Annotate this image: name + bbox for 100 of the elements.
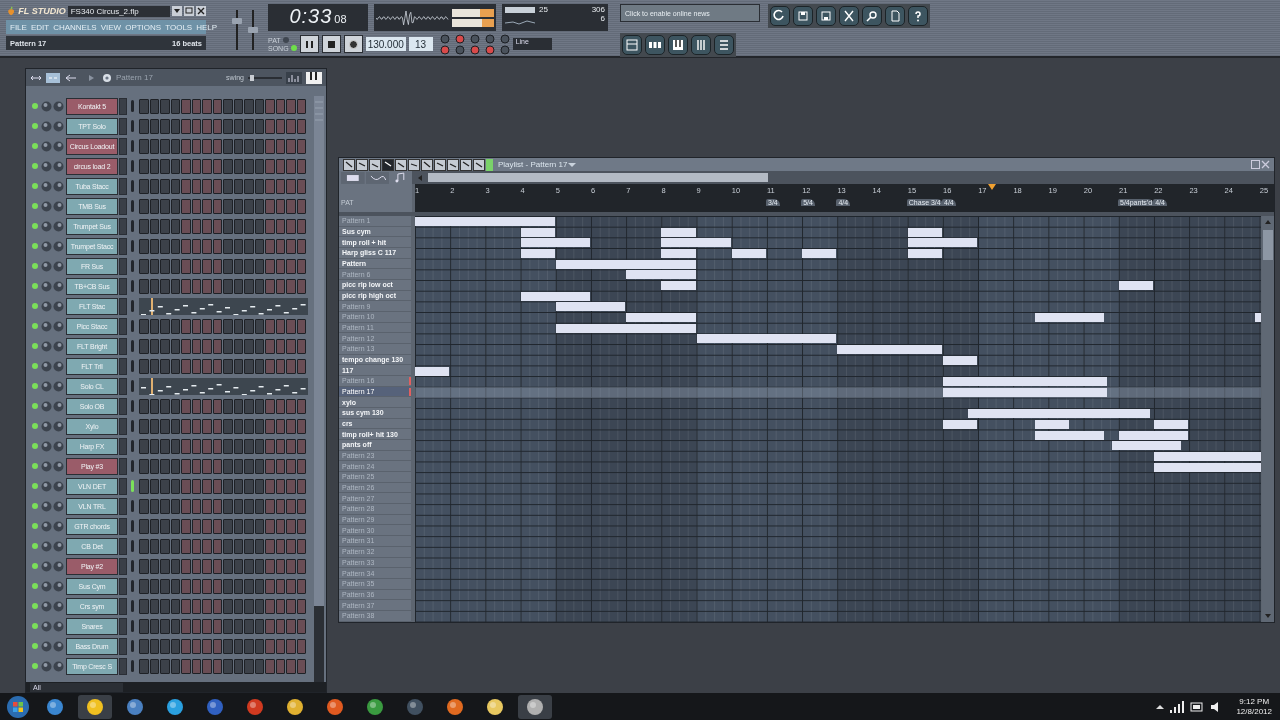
signal-icon[interactable] [1170,700,1185,713]
select-indicator[interactable] [131,180,134,192]
pattern-clip[interactable] [1119,430,1189,440]
volume-knob[interactable] [53,640,64,652]
select-indicator[interactable] [131,300,134,312]
keyboard-icon[interactable] [306,71,322,84]
toggle-led-icon[interactable] [439,33,450,44]
pattern-clip[interactable] [1154,451,1261,461]
volume-knob[interactable] [53,140,64,152]
volume-knob[interactable] [53,380,64,392]
select-indicator[interactable] [131,540,134,552]
cut-button[interactable] [839,6,859,26]
select-indicator[interactable] [131,560,134,572]
volume-knob[interactable] [53,200,64,212]
volume-knob[interactable] [53,300,64,312]
taskbar-app-button[interactable] [518,694,552,719]
pattern-clip[interactable] [1034,419,1069,429]
pattern-clip[interactable] [907,227,942,237]
select-indicator[interactable] [131,580,134,592]
piano-roll-preview[interactable] [139,297,308,315]
pattern-clip[interactable] [907,249,942,259]
pan-knob[interactable] [41,460,52,472]
volume-knob[interactable] [53,660,64,672]
select-indicator[interactable] [131,160,134,172]
pause-button[interactable] [299,35,319,53]
step-grid-button[interactable] [645,35,665,55]
select-indicator[interactable] [131,340,134,352]
pattern-clip[interactable] [1111,441,1182,451]
pan-knob[interactable] [41,380,52,392]
select-indicator[interactable] [131,440,134,452]
pattern-clip[interactable] [837,345,942,355]
pan-knob[interactable] [41,480,52,492]
volume-knob[interactable] [53,560,64,572]
piano-button[interactable] [668,35,688,55]
pattern-clip[interactable] [943,419,978,429]
menu-item[interactable]: EDIT [30,22,50,32]
pattern-clip[interactable] [1254,313,1261,323]
select-indicator[interactable] [131,260,134,272]
select-indicator[interactable] [131,520,134,532]
channel-led[interactable] [32,383,38,389]
caret-icon[interactable] [568,161,577,168]
volume-knob[interactable] [53,180,64,192]
select-indicator[interactable] [131,500,134,512]
pan-knob[interactable] [41,180,52,192]
volume-knob[interactable] [53,280,64,292]
pattern-clip[interactable] [626,313,696,323]
menu-item[interactable]: VIEW [100,22,122,32]
channel-led[interactable] [32,183,38,189]
channel-led[interactable] [32,163,38,169]
channel-led[interactable] [32,423,38,429]
pan-knob[interactable] [41,200,52,212]
volume-knob[interactable] [53,480,64,492]
select-indicator[interactable] [131,360,134,372]
channel-led[interactable] [32,323,38,329]
toggle-led-icon[interactable] [454,44,465,55]
taskbar-app-button[interactable] [78,694,112,719]
dash-icon[interactable] [46,72,60,83]
pattern-clip[interactable] [555,302,626,312]
search-button[interactable] [862,6,882,26]
volume-knob[interactable] [53,240,64,252]
save-button[interactable] [816,6,836,26]
select-indicator[interactable] [131,240,134,252]
pan-knob[interactable] [41,440,52,452]
select-indicator[interactable] [131,460,134,472]
pan-knob[interactable] [41,120,52,132]
toggle-led-icon[interactable] [484,33,495,44]
volume-knob[interactable] [53,340,64,352]
toggle-led-icon[interactable] [469,33,480,44]
volume-knob[interactable] [53,320,64,332]
close-button[interactable] [196,6,206,16]
piano-roll-preview[interactable] [139,377,308,395]
pan-knob[interactable] [41,400,52,412]
pan-knob[interactable] [41,360,52,372]
pan-knob[interactable] [41,220,52,232]
channel-led[interactable] [32,283,38,289]
select-indicator[interactable] [131,220,134,232]
channel-led[interactable] [32,203,38,209]
select-indicator[interactable] [131,200,134,212]
close-icon[interactable] [1261,160,1270,169]
pattern-clip[interactable] [415,366,450,376]
battery-icon[interactable] [1190,700,1205,713]
pan-knob[interactable] [41,320,52,332]
restore-button[interactable] [184,6,194,16]
channel-led[interactable] [32,303,38,309]
pan-knob[interactable] [41,260,52,272]
channel-led[interactable] [32,443,38,449]
channel-led[interactable] [32,483,38,489]
browser-button[interactable] [714,35,734,55]
select-indicator[interactable] [131,600,134,612]
channel-led[interactable] [32,403,38,409]
pattern-clip[interactable] [1154,462,1261,472]
pan-knob[interactable] [41,580,52,592]
volume-knob[interactable] [53,360,64,372]
pan-knob[interactable] [41,560,52,572]
channel-led[interactable] [32,663,38,669]
pan-knob[interactable] [41,520,52,532]
pattern-clip[interactable] [1034,313,1104,323]
volume-knob[interactable] [53,220,64,232]
volume-knob[interactable] [53,520,64,532]
channel-led[interactable] [32,543,38,549]
